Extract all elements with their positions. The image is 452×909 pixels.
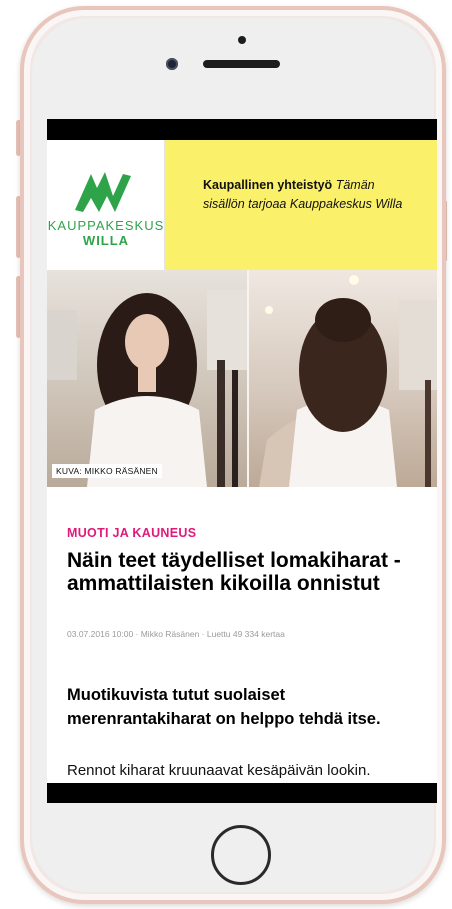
proximity-sensor xyxy=(238,36,246,44)
article-meta: 03.07.2016 10:00 · Mikko Räsänen · Luett… xyxy=(67,629,285,639)
article-title: Näin teet täydelliset lomakiharat - amma… xyxy=(67,549,401,595)
willa-logo-icon xyxy=(75,172,131,212)
article-category[interactable]: MUOTI JA KAUNEUS xyxy=(67,526,196,540)
sponsor-label-bold: Kaupallinen yhteistyö xyxy=(203,178,333,192)
sponsor-label: Kaupallinen yhteistyö Tämän sisällön tar… xyxy=(203,176,403,214)
hero-photo-front xyxy=(47,270,247,487)
sponsor-banner[interactable]: KAUPPAKESKUS WILLA Kaupallinen yhteistyö… xyxy=(47,140,437,270)
front-camera-icon xyxy=(166,58,178,70)
sponsor-logo[interactable]: KAUPPAKESKUS WILLA xyxy=(47,140,165,270)
home-button[interactable] xyxy=(211,825,271,885)
sponsor-label-box: Kaupallinen yhteistyö Tämän sisällön tar… xyxy=(165,140,437,270)
article-lead: Muotikuvista tutut suolaiset merenrantak… xyxy=(67,686,381,728)
woman-front-illustration xyxy=(47,290,247,487)
earpiece-speaker xyxy=(203,60,280,68)
status-bar xyxy=(47,119,437,140)
bottom-bar xyxy=(47,783,437,803)
hero-photo-back xyxy=(249,270,437,487)
phone-screen: KAUPPAKESKUS WILLA Kaupallinen yhteistyö… xyxy=(47,119,437,803)
woman-back-illustration xyxy=(259,275,437,487)
logo-text-line2: WILLA xyxy=(82,233,130,248)
logo-text-line1: KAUPPAKESKUS xyxy=(47,218,165,233)
article-body: Rennot kiharat kruunaavat kesäpäivän loo… xyxy=(67,762,371,779)
photo-credit: KUVA: MIKKO RÄSÄNEN xyxy=(52,464,162,478)
hero-image[interactable]: KUVA: MIKKO RÄSÄNEN xyxy=(47,270,437,487)
